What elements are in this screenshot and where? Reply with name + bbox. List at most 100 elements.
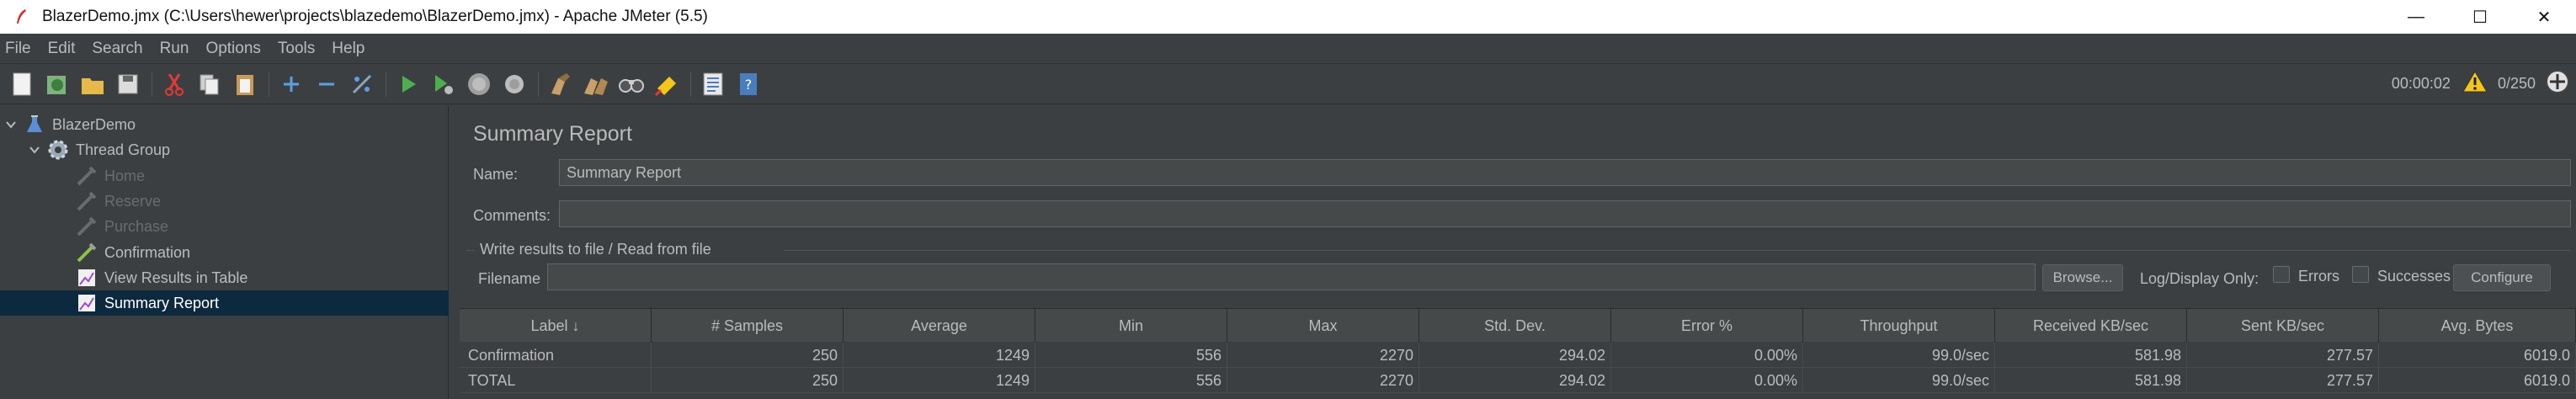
- menu-options[interactable]: Options: [197, 40, 269, 58]
- column-header-sent[interactable]: Sent KB/sec: [2187, 309, 2379, 343]
- menu-edit[interactable]: Edit: [40, 40, 84, 58]
- tree-item-purchase[interactable]: Purchase: [0, 214, 449, 239]
- table-cell: 250: [652, 343, 844, 368]
- comments-field[interactable]: [559, 200, 2571, 227]
- search-binoculars-icon[interactable]: [616, 69, 647, 99]
- shutdown-icon[interactable]: [499, 69, 530, 99]
- table-header: Label ↓ # Samples Average Min Max Std. D…: [460, 308, 2576, 343]
- warning-icon[interactable]: [2462, 70, 2488, 98]
- start-no-pauses-icon[interactable]: [428, 69, 459, 99]
- test-plan-tree: BlazerDemo Thread Group Home Reserve Pur…: [0, 105, 449, 399]
- column-header-max[interactable]: Max: [1227, 309, 1419, 343]
- configure-button[interactable]: Configure: [2453, 264, 2551, 291]
- file-group-title: Write results to file / Read from file: [480, 241, 711, 258]
- test-plan-icon: [24, 114, 45, 136]
- minimize-button[interactable]: —: [2384, 0, 2448, 34]
- tree-item-test-plan[interactable]: BlazerDemo: [0, 112, 449, 137]
- pipette-icon: [76, 242, 98, 263]
- column-header-min[interactable]: Min: [1035, 309, 1227, 343]
- table-row[interactable]: TOTAL 250 1249 556 2270 294.02 0.00% 99.…: [460, 368, 2576, 393]
- name-label: Name:: [473, 166, 519, 183]
- column-header-error[interactable]: Error %: [1611, 309, 1803, 343]
- maximize-button[interactable]: ☐: [2448, 0, 2512, 34]
- table-cell: 99.0/sec: [1803, 343, 1995, 368]
- table-cell: 0.00%: [1611, 343, 1803, 368]
- column-header-average[interactable]: Average: [844, 309, 1035, 343]
- window-title: BlazerDemo.jmx (C:\Users\hewer\projects\…: [42, 8, 708, 25]
- errors-checkbox[interactable]: [2273, 266, 2290, 283]
- paste-icon[interactable]: [230, 69, 260, 99]
- reset-search-icon[interactable]: [652, 69, 682, 99]
- tree-item-label: Confirmation: [104, 243, 191, 261]
- window-titlebar: BlazerDemo.jmx (C:\Users\hewer\projects\…: [0, 0, 2576, 34]
- filename-label: Filename: [478, 270, 541, 287]
- gear-icon: [47, 139, 69, 161]
- templates-icon[interactable]: [42, 69, 72, 99]
- close-button[interactable]: ✕: [2512, 0, 2576, 34]
- table-cell: 250: [652, 368, 844, 393]
- browse-button[interactable]: Browse...: [2042, 264, 2123, 291]
- help-icon[interactable]: ?: [733, 69, 764, 99]
- tree-item-label: Thread Group: [76, 141, 171, 158]
- new-icon[interactable]: [7, 69, 37, 99]
- tree-item-reserve[interactable]: Reserve: [0, 189, 449, 214]
- stop-icon[interactable]: [464, 69, 494, 99]
- function-helper-icon[interactable]: [698, 69, 728, 99]
- remote-gear-icon[interactable]: [2544, 68, 2571, 99]
- log-display-label: Log/Display Only:: [2140, 270, 2259, 287]
- table-cell: 294.02: [1419, 343, 1611, 368]
- column-header-throughput[interactable]: Throughput: [1803, 309, 1995, 343]
- toolbar: ? 00:00:02 0/250: [0, 64, 2576, 104]
- column-header-avg-bytes[interactable]: Avg. Bytes: [2379, 309, 2576, 343]
- menu-run[interactable]: Run: [152, 40, 198, 58]
- table-cell: TOTAL: [460, 368, 652, 393]
- chevron-down-icon[interactable]: [3, 117, 19, 132]
- chevron-down-icon[interactable]: [27, 142, 42, 157]
- table-cell: 294.02: [1419, 368, 1611, 393]
- active-threads: 0/250: [2497, 75, 2536, 92]
- tree-item-confirmation[interactable]: Confirmation: [0, 240, 449, 265]
- successes-label: Successes: [2377, 268, 2451, 285]
- collapse-icon[interactable]: [311, 69, 342, 99]
- menu-help[interactable]: Help: [323, 40, 373, 58]
- tree-item-label: Summary Report: [104, 294, 220, 311]
- errors-label: Errors: [2298, 268, 2339, 285]
- tree-item-summary-report[interactable]: Summary Report: [0, 290, 449, 316]
- filename-field[interactable]: [547, 263, 2036, 290]
- menu-file[interactable]: File: [0, 40, 40, 58]
- table-row[interactable]: Confirmation 250 1249 556 2270 294.02 0.…: [460, 343, 2576, 368]
- table-cell: 2270: [1227, 368, 1419, 393]
- summary-table: Label ↓ # Samples Average Min Max Std. D…: [460, 308, 2576, 399]
- successes-checkbox[interactable]: [2352, 266, 2369, 283]
- tree-item-home[interactable]: Home: [0, 163, 449, 189]
- tree-item-thread-group[interactable]: Thread Group: [0, 137, 449, 162]
- table-cell: 556: [1035, 368, 1227, 393]
- tree-item-view-results-table[interactable]: View Results in Table: [0, 265, 449, 290]
- clear-all-icon[interactable]: [581, 69, 611, 99]
- pipette-icon: [76, 215, 98, 237]
- chart-icon: [76, 267, 98, 289]
- column-header-samples[interactable]: # Samples: [652, 309, 844, 343]
- tree-item-label: Purchase: [104, 217, 169, 235]
- column-header-label[interactable]: Label ↓: [460, 309, 652, 343]
- panel-title: Summary Report: [473, 122, 632, 146]
- menu-bar: File Edit Search Run Options Tools Help: [0, 34, 2576, 64]
- column-header-received[interactable]: Received KB/sec: [1995, 309, 2187, 343]
- open-icon[interactable]: [77, 69, 108, 99]
- menu-search[interactable]: Search: [83, 40, 151, 58]
- expand-icon[interactable]: [276, 69, 306, 99]
- copy-icon[interactable]: [194, 69, 225, 99]
- column-header-std-dev[interactable]: Std. Dev.: [1419, 309, 1611, 343]
- cut-icon[interactable]: [159, 69, 189, 99]
- toggle-icon[interactable]: [347, 69, 377, 99]
- save-icon[interactable]: [113, 69, 143, 99]
- name-field[interactable]: Summary Report: [559, 159, 2571, 186]
- jmeter-feather-icon: [12, 8, 30, 26]
- table-cell: 581.98: [1995, 368, 2187, 393]
- menu-tools[interactable]: Tools: [269, 40, 323, 58]
- start-icon[interactable]: [393, 69, 423, 99]
- elapsed-time: 00:00:02: [2391, 75, 2451, 92]
- clear-icon[interactable]: [546, 69, 576, 99]
- tree-item-label: Reserve: [104, 192, 162, 210]
- table-cell: 1249: [844, 368, 1035, 393]
